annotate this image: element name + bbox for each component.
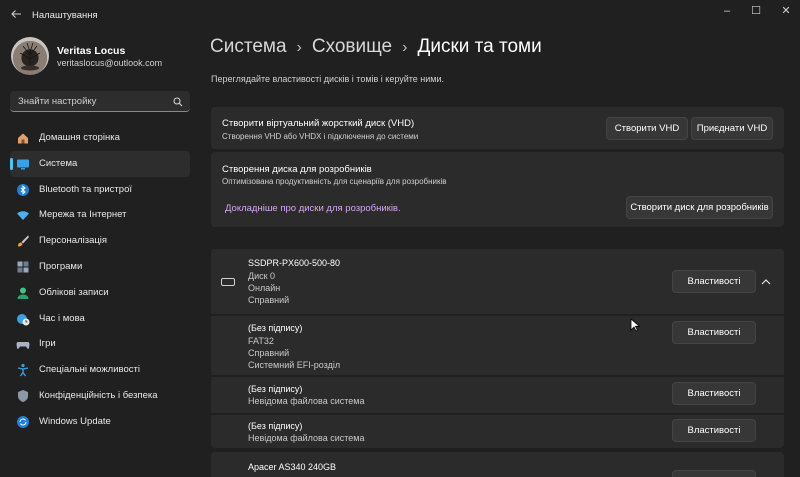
dev-drive-subtitle: Оптимізована продуктивність для сценарії…: [222, 177, 447, 186]
sidebar-item-windows-update[interactable]: Windows Update: [10, 409, 190, 435]
volume-properties-button[interactable]: Властивості: [672, 419, 756, 442]
sidebar-item-gaming[interactable]: Ігри: [10, 331, 190, 357]
disk-row[interactable]: Apacer AS340 240GB: [211, 452, 784, 477]
network-icon: [16, 208, 30, 222]
disk-properties-button[interactable]: Властивості: [672, 270, 756, 293]
search-icon[interactable]: [173, 96, 183, 107]
sidebar-item-label: Конфіденційність і безпека: [39, 389, 158, 401]
app-title: Налаштування: [32, 10, 98, 21]
disk-number: Диск 0: [248, 271, 276, 281]
sidebar-item-apps[interactable]: Програми: [10, 254, 190, 280]
sidebar-item-label: Спеціальні можливості: [39, 364, 140, 376]
volume-filesystem: Невідома файлова система: [248, 433, 365, 443]
sidebar-item-label: Windows Update: [39, 415, 111, 427]
volume-properties-button[interactable]: Властивості: [672, 382, 756, 405]
page-description: Переглядайте властивості дисків і томів …: [211, 74, 445, 84]
disk-row[interactable]: SSDPR-PX600-500-80 Диск 0 Онлайн Справни…: [211, 249, 784, 314]
attach-vhd-button[interactable]: Приєднати VHD: [691, 117, 773, 140]
sidebar-item-accessibility[interactable]: Спеціальні можливості: [10, 357, 190, 383]
gaming-icon: [16, 337, 30, 351]
disk-name: Apacer AS340 240GB: [248, 462, 337, 472]
drive-icon: [221, 278, 235, 286]
search-input[interactable]: Знайти настройку: [10, 91, 190, 112]
sidebar-item-bluetooth[interactable]: Bluetooth та пристрої: [10, 177, 190, 203]
volume-properties-button[interactable]: Властивості: [672, 321, 756, 344]
sidebar-item-network[interactable]: Мережа та Інтернет: [10, 202, 190, 228]
accessibility-icon: [16, 363, 30, 377]
time-language-icon: [16, 312, 30, 326]
title-bar: Налаштування – ☐ ✕: [0, 0, 800, 32]
volume-label: (Без підпису): [248, 384, 303, 394]
apps-icon: [16, 260, 30, 274]
windows-update-icon: [16, 415, 30, 429]
create-vhd-button[interactable]: Створити VHD: [606, 117, 688, 140]
home-icon: [16, 131, 30, 145]
sidebar-item-label: Система: [39, 157, 78, 169]
dev-drive-learn-more-link[interactable]: Докладніше про диски для розробників.: [225, 203, 401, 214]
sidebar-item-label: Мережа та Інтернет: [39, 209, 127, 221]
close-button[interactable]: ✕: [770, 0, 800, 22]
volume-health: Справний: [248, 348, 290, 358]
breadcrumb: Система › Сховище › Диски та томи: [210, 36, 542, 58]
breadcrumb-item-system[interactable]: Система: [210, 36, 287, 57]
system-icon: [16, 157, 30, 171]
profile-name: Veritas Locus: [57, 45, 126, 57]
sidebar-item-label: Bluetooth та пристрої: [39, 183, 132, 195]
volume-row[interactable]: (Без підпису) Невідома файлова система В…: [211, 377, 784, 413]
sidebar-item-label: Програми: [39, 260, 83, 272]
volume-label: (Без підпису): [248, 421, 303, 431]
page-title: Диски та томи: [417, 36, 542, 57]
minimize-button[interactable]: –: [711, 0, 743, 22]
sidebar-item-label: Домашня сторінка: [39, 132, 120, 143]
volume-filesystem: Невідома файлова система: [248, 396, 365, 406]
sidebar-nav: Домашня сторінка Система Bluetooth та пр…: [10, 125, 190, 435]
sidebar-item-label: Персоналізація: [39, 235, 108, 247]
dev-drive-title: Створення диска для розробників: [222, 164, 372, 175]
sidebar-item-privacy[interactable]: Конфіденційність і безпека: [10, 383, 190, 409]
profile-email: veritaslocus@outlook.com: [57, 58, 163, 68]
accounts-icon: [16, 286, 30, 300]
disk-properties-button[interactable]: [672, 470, 756, 477]
volume-row[interactable]: (Без підпису) Невідома файлова система В…: [211, 415, 784, 448]
vhd-card: Створити віртуальний жорсткий диск (VHD)…: [211, 107, 784, 149]
search-placeholder: Знайти настройку: [18, 96, 97, 107]
disk-health: Справний: [248, 295, 290, 305]
privacy-icon: [16, 389, 30, 403]
maximize-button[interactable]: ☐: [740, 0, 772, 22]
volume-label: (Без підпису): [248, 323, 303, 333]
sidebar-item-accounts[interactable]: Облікові записи: [10, 280, 190, 306]
chevron-up-icon[interactable]: [758, 274, 774, 290]
mouse-cursor-icon: [630, 318, 641, 335]
sidebar-item-label: Облікові записи: [39, 286, 109, 298]
volume-row[interactable]: (Без підпису) FAT32 Справний Системний E…: [211, 316, 784, 375]
breadcrumb-item-storage[interactable]: Сховище: [312, 36, 392, 57]
vhd-title: Створити віртуальний жорсткий диск (VHD): [222, 118, 415, 129]
avatar[interactable]: [11, 37, 49, 75]
chevron-right-icon: ›: [402, 39, 408, 56]
volume-type: Системний EFI-розділ: [248, 360, 341, 370]
volume-filesystem: FAT32: [248, 336, 274, 346]
dev-drive-card: Створення диска для розробників Оптимізо…: [211, 152, 784, 227]
sidebar-item-system[interactable]: Система: [10, 150, 190, 177]
sidebar-item-personalization[interactable]: Персоналізація: [10, 228, 190, 254]
bluetooth-icon: [16, 183, 30, 197]
sidebar-item-time-language[interactable]: Час і мова: [10, 306, 190, 332]
chevron-right-icon: ›: [296, 39, 302, 56]
sidebar-item-home[interactable]: Домашня сторінка: [10, 125, 190, 151]
create-dev-drive-button[interactable]: Створити диск для розробників: [626, 196, 773, 219]
back-arrow-icon[interactable]: [8, 8, 24, 24]
sidebar-item-label: Час і мова: [39, 312, 85, 324]
disk-name: SSDPR-PX600-500-80: [248, 258, 341, 268]
vhd-subtitle: Створення VHD або VHDX і підключення до …: [222, 132, 419, 141]
disk-state: Онлайн: [248, 283, 281, 293]
sidebar-item-label: Ігри: [39, 338, 56, 350]
personalization-icon: [16, 234, 30, 248]
